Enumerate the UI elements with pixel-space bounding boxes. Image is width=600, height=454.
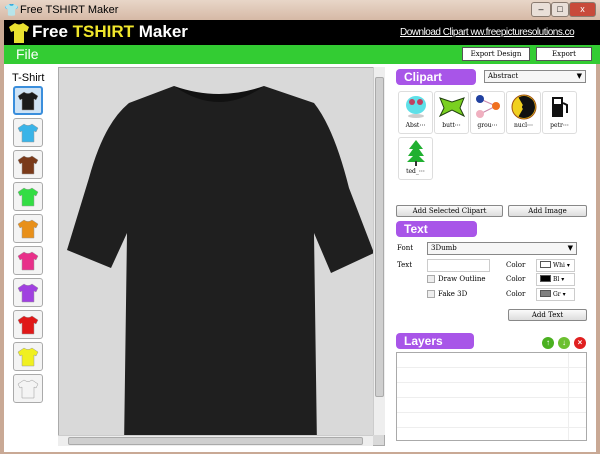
tshirt-icon [17,155,39,174]
tree-icon [406,140,425,166]
layers-list[interactable] [396,352,587,441]
tshirt-color-swatch[interactable] [13,86,43,115]
add-selected-clipart-button[interactable]: Add Selected Clipart [396,205,503,217]
tshirt-color-swatch[interactable] [13,214,43,243]
tshirt-icon [17,315,39,334]
tshirt-icon [17,347,39,366]
delete-layer-icon[interactable]: × [574,337,586,349]
tshirt-icon [17,187,39,206]
tshirt-icon [17,379,39,398]
app-icon: 👕 [4,3,19,17]
layer-row [397,383,586,398]
header-banner: Free TSHIRT Maker Download Clipart ww.fr… [4,20,600,45]
design-canvas[interactable] [58,67,385,446]
text-header: Text [396,221,477,237]
butterfly-icon [438,97,465,118]
tshirt-color-swatch[interactable] [13,246,43,275]
add-text-button[interactable]: Add Text [508,309,587,321]
clipart-item-petrol[interactable]: petr⋯ [542,91,577,134]
clipart-item-nuclear[interactable]: nucl⋯ [506,91,541,134]
move-down-icon[interactable]: ↓ [558,337,570,349]
maximize-button[interactable]: □ [551,2,569,17]
chevron-down-icon: ▼ [567,244,573,252]
font-label: Font [397,244,414,252]
tshirt-color-swatch[interactable] [13,182,43,211]
clipart-item-group[interactable]: grou⋯ [470,91,505,134]
scroll-thumb[interactable] [375,77,384,397]
tshirt-icon [17,91,39,110]
tshirt-icon [17,219,39,238]
minimize-button[interactable]: – [531,2,551,17]
tshirt-color-swatch[interactable] [13,342,43,371]
app-logo: Free TSHIRT Maker [32,22,188,41]
tshirt-icon [17,283,39,302]
column-divider [568,353,569,440]
3d-color-select[interactable]: Gr ▾ [536,288,575,301]
layers-header: Layers [396,333,474,349]
tshirt-color-swatch[interactable] [13,118,43,147]
clipart-item-abstract[interactable]: Abst⋯ [398,91,433,134]
color-swatch [540,275,551,282]
abstract-face-icon [405,96,426,118]
move-up-icon[interactable]: ↑ [542,337,554,349]
export-button[interactable]: Export [536,47,592,61]
title-bar: 👕 Free TSHIRT Maker – □ x [0,0,600,20]
tshirt-icon [17,123,39,142]
add-image-button[interactable]: Add Image [508,205,587,217]
clipart-category-select[interactable]: Abstract ▼ [484,70,586,83]
clipart-item-butterfly[interactable]: butt⋯ [434,91,469,134]
tshirt-logo-icon [9,23,29,43]
3d-color-label: Color [506,290,526,298]
tshirt-color-swatch[interactable] [13,278,43,307]
tshirt-color-swatch[interactable] [13,150,43,179]
draw-outline-checkbox[interactable] [427,275,435,283]
font-select[interactable]: 3Dumb ▼ [427,242,577,255]
text-color-label: Color [506,261,526,269]
layer-row [397,353,586,368]
tshirt-preview [67,86,374,445]
group-network-icon [475,95,500,118]
clipart-header: Clipart [396,69,476,85]
layer-row [397,413,586,428]
color-swatch [540,261,551,268]
outline-color-select[interactable]: Bl ▾ [536,273,575,286]
fake-3d-label: Fake 3D [438,290,468,298]
tshirt-color-swatch[interactable] [13,374,43,403]
close-button[interactable]: x [569,2,596,17]
download-links: Download Clipart ww.freepicturesolutions… [400,27,598,38]
layer-row [397,398,586,413]
layer-row [397,368,586,383]
tshirt-label: T-Shirt [12,72,45,84]
tshirt-color-swatch[interactable] [13,310,43,339]
clipart-item-tree[interactable]: ted_⋯ [398,137,433,180]
text-label: Text [397,261,413,269]
download-clipart-link[interactable]: Download Clipart [400,27,469,38]
text-input[interactable] [427,259,490,272]
export-design-button[interactable]: Export Design [462,47,530,61]
text-color-select[interactable]: Whi ▾ [536,259,575,272]
nuclear-icon [511,94,536,120]
menu-bar: File Export Design Export [4,45,600,64]
fake-3d-checkbox[interactable] [427,290,435,298]
horizontal-scrollbar[interactable] [58,435,373,446]
scroll-thumb[interactable] [68,437,363,445]
chevron-down-icon: ▼ [576,72,582,80]
petrol-pump-icon [551,97,568,117]
color-swatch [540,290,551,297]
outline-color-label: Color [506,275,526,283]
file-menu[interactable]: File [16,46,39,62]
window-title: Free TSHIRT Maker [20,4,119,16]
site-link[interactable]: ww.freepicturesolutions.co [470,27,574,38]
tshirt-icon [17,251,39,270]
vertical-scrollbar[interactable] [373,67,385,435]
draw-outline-label: Draw Outline [438,275,486,283]
